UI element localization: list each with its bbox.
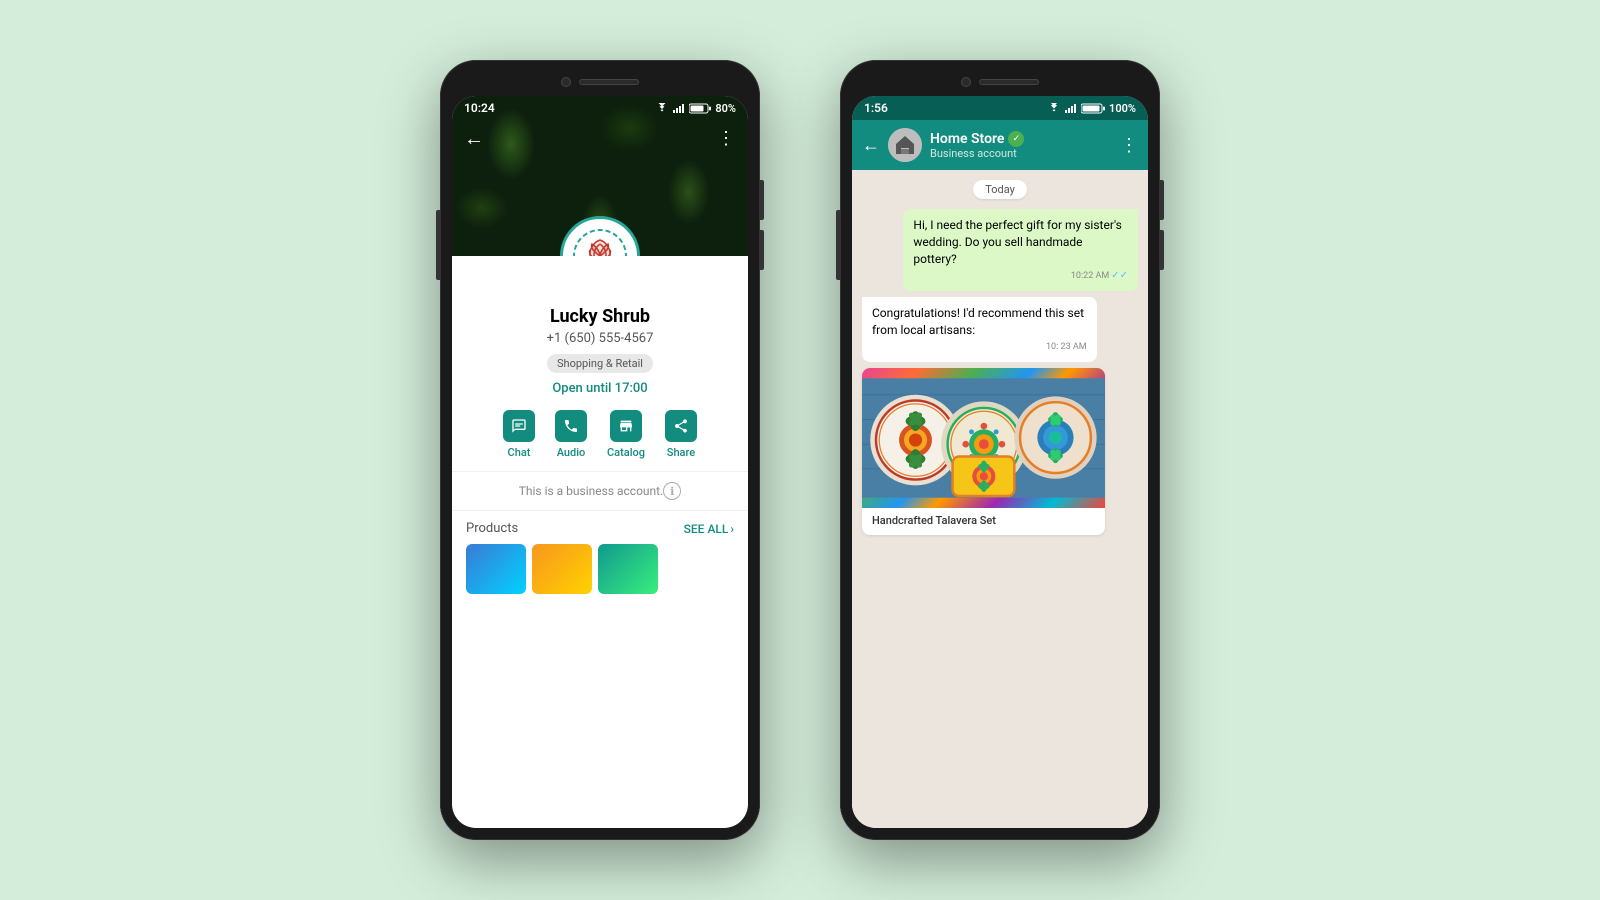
audio-label: Audio [557,446,586,459]
products-header: Products SEE ALL › [466,521,734,536]
status-icons: 80% [655,102,736,115]
chat-action-button[interactable]: Chat [503,410,535,459]
power-button[interactable] [436,210,440,280]
phone-2-notch [852,72,1148,92]
chat-messages-area: Today Hi, I need the perfect gift for my… [852,170,1148,828]
volume-down-button[interactable] [760,230,764,270]
sent-message-text-1: Hi, I need the perfect gift for my siste… [913,217,1128,267]
business-hours: Open until 17:00 [552,381,647,396]
profile-avatar: LUCKY SHRUB [560,216,640,256]
double-tick-icon: ✓✓ [1111,269,1128,283]
action-buttons-row: Chat Audio Catalog [493,410,707,459]
profile-info-section: Lucky Shrub +1 (650) 555-4567 Shopping &… [452,256,748,614]
business-phone: +1 (650) 555-4567 [547,331,654,346]
phone-notch [452,72,748,92]
business-name: Lucky Shrub [550,306,650,327]
product-thumb-3[interactable] [598,544,658,594]
chat-title-area: Home Store ✓ Business account [930,131,1112,160]
home-store-avatar [888,128,922,162]
info-icon[interactable]: ℹ [663,482,681,500]
business-notice-text: This is a business account. [519,484,664,498]
vol-up-btn-2[interactable] [1160,180,1164,220]
profile-header-bg: 10:24 80% [452,96,748,256]
received-message-text-1: Congratulations! I'd recommend this set … [872,305,1087,339]
catalog-label: Catalog [607,446,645,459]
received-message-time-1: 10: 23 AM [872,341,1087,354]
phone-2: 1:56 100% [840,60,1160,840]
chat-battery-pct: 100% [1109,102,1136,115]
pottery-image [862,368,1105,508]
product-card[interactable]: Handcrafted Talavera Set [862,368,1105,535]
profile-avatar-wrapper: LUCKY SHRUB [560,216,640,256]
chat-battery-icon [1081,103,1105,114]
chat-icon [503,410,535,442]
date-separator: Today [973,180,1027,199]
chat-back-arrow[interactable]: ← [862,135,880,156]
sent-message-1: Hi, I need the perfect gift for my siste… [903,209,1138,291]
sent-message-time-1: 10:22 AM ✓✓ [913,269,1128,283]
home-store-avatar-icon [888,128,922,162]
product-image [862,368,1105,508]
chat-wifi-icon [1047,103,1061,113]
power-btn-2[interactable] [836,210,840,280]
verified-badge: ✓ [1008,131,1024,147]
chat-subtitle: Business account [930,147,1112,160]
chat-name-row: Home Store ✓ [930,131,1112,147]
catalog-icon [610,410,642,442]
audio-action-button[interactable]: Audio [555,410,587,459]
battery-icon [689,103,711,114]
back-arrow-icon[interactable]: ← [464,126,484,151]
earpiece [579,79,639,85]
chat-more-icon[interactable]: ⋮ [1120,135,1138,156]
status-time: 10:24 [464,101,495,115]
products-thumbnails [466,544,734,594]
more-options-icon[interactable]: ⋮ [717,128,736,149]
front-camera-2 [961,77,971,87]
products-title: Products [466,521,518,536]
see-all-button[interactable]: SEE ALL › [684,522,734,536]
catalog-action-button[interactable]: Catalog [607,410,645,459]
phone-2-screen: 1:56 100% [852,96,1148,828]
products-section: Products SEE ALL › [452,511,748,604]
wifi-icon [655,103,669,113]
audio-icon [555,410,587,442]
earpiece-2 [979,79,1039,85]
see-all-label: SEE ALL [684,522,729,536]
product-thumb-2[interactable] [532,544,592,594]
received-message-1: Congratulations! I'd recommend this set … [862,297,1097,361]
chat-status-time: 1:56 [864,101,888,115]
phone-1-screen: 10:24 80% [452,96,748,828]
signal-icon [673,103,685,113]
phone-1: 10:24 80% [440,60,760,840]
product-card-name: Handcrafted Talavera Set [862,508,1105,535]
volume-up-button[interactable] [760,180,764,220]
share-action-button[interactable]: Share [665,410,697,459]
lucky-shrub-logo: LUCKY SHRUB [570,226,630,256]
chat-label: Chat [508,446,531,459]
battery-pct: 80% [715,102,736,115]
business-notice-row: This is a business account. ℹ [505,472,696,510]
vol-down-btn-2[interactable] [1160,230,1164,270]
chat-business-name: Home Store [930,131,1004,147]
chat-signal-icon [1065,103,1077,113]
chevron-right-icon: › [730,522,734,536]
business-category: Shopping & Retail [547,354,653,373]
front-camera [561,77,571,87]
share-icon [665,410,697,442]
product-thumb-1[interactable] [466,544,526,594]
share-label: Share [667,446,695,459]
chat-status-icons: 100% [1047,102,1136,115]
chat-status-bar: 1:56 100% [852,96,1148,120]
chat-header: ← Home Store ✓ Business account ⋮ [852,120,1148,170]
